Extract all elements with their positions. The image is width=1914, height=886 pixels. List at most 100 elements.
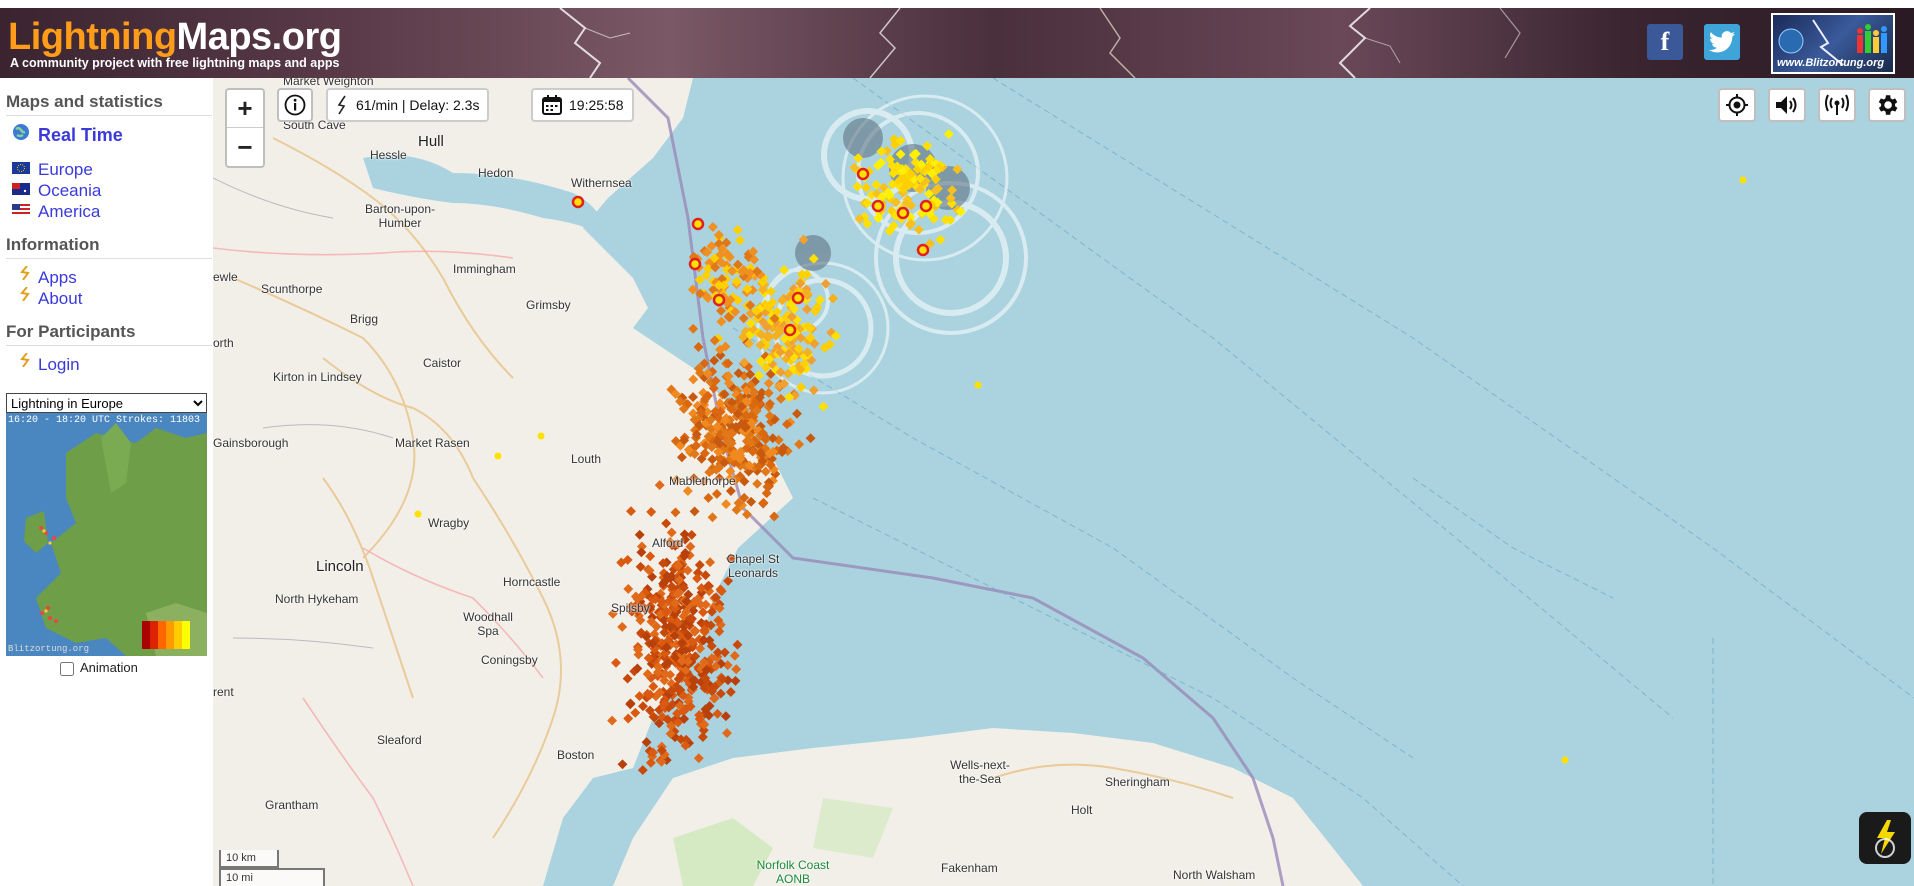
place-label: Grantham	[265, 798, 319, 812]
recent-strike-marker	[916, 243, 930, 257]
strike-marker	[974, 381, 982, 389]
information-heading: Information	[6, 235, 212, 259]
strike-marker	[712, 708, 723, 719]
australia-flag-icon	[12, 183, 30, 195]
scale-bar: 10 km 10 mi	[219, 850, 325, 886]
logo-part2: Maps.org	[176, 16, 342, 58]
strike-marker	[693, 753, 704, 764]
app-launch-button[interactable]	[1859, 812, 1911, 864]
recent-strike-marker	[688, 257, 702, 271]
zoom-out-button[interactable]: −	[227, 128, 263, 166]
strike-marker	[725, 687, 736, 697]
recent-strike-marker	[571, 195, 585, 209]
place-label: North Hykeham	[275, 592, 359, 606]
site-header: LightningMaps.org A community project wi…	[0, 8, 1914, 78]
map-basemap	[213, 78, 1914, 886]
strike-marker	[943, 129, 954, 140]
place-label: Boston	[557, 748, 595, 762]
strike-marker	[729, 650, 740, 661]
place-label: rent	[213, 685, 234, 699]
scale-mi: 10 mi	[219, 868, 325, 886]
strike-marker	[732, 224, 743, 235]
strike-marker	[414, 510, 422, 518]
strike-marker	[763, 378, 774, 389]
place-label: Horncastle	[503, 575, 561, 589]
place-label: Wragby	[428, 516, 470, 530]
recent-strike-marker	[691, 217, 705, 231]
blitzortung-logo[interactable]: www.Blitzortung.org	[1771, 13, 1895, 74]
eu-flag-icon	[12, 162, 30, 174]
sidebar-item-europe[interactable]: Europe	[38, 160, 93, 180]
recent-strike-marker	[783, 323, 797, 337]
strike-marker	[716, 305, 726, 316]
thumbnail-caption: 16:20 - 18:20 UTC Strokes: 11803	[8, 415, 201, 426]
facebook-icon: f	[1660, 27, 1670, 56]
stations-button[interactable]	[1818, 88, 1856, 122]
blitzortung-logo-text: www.Blitzortung.org	[1777, 57, 1885, 69]
signal-icon	[1825, 94, 1849, 115]
place-label: Kirton in Lindsey	[273, 370, 362, 384]
place-label: Woodhall Spa	[463, 610, 513, 638]
place-label: Caistor	[423, 356, 462, 370]
lightning-map[interactable]: Market Weighton South Cave Hull Hessle H…	[213, 78, 1914, 886]
locate-icon	[1726, 94, 1748, 116]
strike-marker	[688, 323, 699, 334]
info-button[interactable]	[277, 88, 313, 122]
place-label: Market Weighton	[283, 78, 374, 88]
bolt-bullet-icon	[20, 353, 30, 367]
strike-marker	[722, 728, 732, 739]
sound-icon	[1776, 96, 1797, 114]
sidebar-item-america[interactable]: America	[38, 202, 100, 222]
animation-row: Animation	[60, 660, 138, 676]
europe-thumbnail-art	[6, 413, 207, 656]
locate-button[interactable]	[1718, 88, 1756, 122]
sidebar-item-login[interactable]: Login	[38, 355, 80, 375]
region-select[interactable]: Lightning in Europe	[6, 393, 207, 413]
place-label: Market Rasen	[395, 436, 470, 450]
stroke-rate-display[interactable]: 61/min | Delay: 2.3s	[326, 88, 490, 122]
scale-km: 10 km	[219, 850, 279, 868]
settings-button[interactable]	[1868, 88, 1906, 122]
europe-thumbnail-map[interactable]: 16:20 - 18:20 UTC Strokes: 11803 Blitzor…	[6, 413, 207, 656]
strike-marker	[805, 433, 816, 444]
place-label: Coningsby	[481, 653, 538, 667]
strike-marker	[763, 388, 774, 398]
place-label: Spilsby	[611, 601, 650, 615]
strike-marker	[731, 664, 742, 675]
recent-strike-marker	[919, 199, 933, 213]
realtime-link[interactable]: Real Time	[38, 125, 123, 146]
strike-marker	[494, 452, 502, 460]
sound-button[interactable]	[1768, 88, 1806, 122]
place-label: orth	[213, 336, 234, 350]
place-label: Lincoln	[316, 558, 364, 575]
strike-marker	[792, 408, 802, 419]
place-label: Wells-next-the-Sea	[950, 758, 1010, 786]
site-logo[interactable]: LightningMaps.org	[8, 16, 342, 58]
bolt-bullet-icon	[20, 266, 30, 280]
stroke-rate-text: 61/min | Delay: 2.3s	[356, 97, 480, 113]
time-text: 19:25:58	[569, 97, 624, 113]
sidebar-item-about[interactable]: About	[38, 289, 82, 309]
recent-strike-marker	[791, 291, 805, 305]
place-label: Sheringham	[1105, 775, 1170, 789]
sidebar-item-apps[interactable]: Apps	[38, 268, 77, 288]
time-display[interactable]: 19:25:58	[531, 88, 634, 122]
place-label: Hessle	[370, 148, 407, 162]
strike-marker	[1739, 176, 1747, 184]
place-label: Chapel St Leonards	[726, 552, 780, 580]
animation-checkbox[interactable]	[60, 661, 74, 676]
strike-marker	[637, 765, 648, 776]
strike-marker	[818, 401, 829, 412]
gear-icon	[1878, 95, 1898, 115]
place-label: Hedon	[478, 166, 514, 180]
sidebar-item-oceania[interactable]: Oceania	[38, 181, 101, 201]
facebook-button[interactable]: f	[1647, 24, 1683, 60]
info-icon	[284, 94, 306, 116]
strike-marker	[693, 342, 704, 352]
recent-strike-marker	[871, 199, 885, 213]
zoom-in-button[interactable]: +	[227, 90, 263, 128]
top-spacer	[0, 0, 1914, 8]
recent-strike-marker	[712, 293, 726, 307]
twitter-button[interactable]	[1704, 24, 1740, 60]
sidebar: Maps and statistics Real Time Europe Oce…	[0, 78, 213, 886]
